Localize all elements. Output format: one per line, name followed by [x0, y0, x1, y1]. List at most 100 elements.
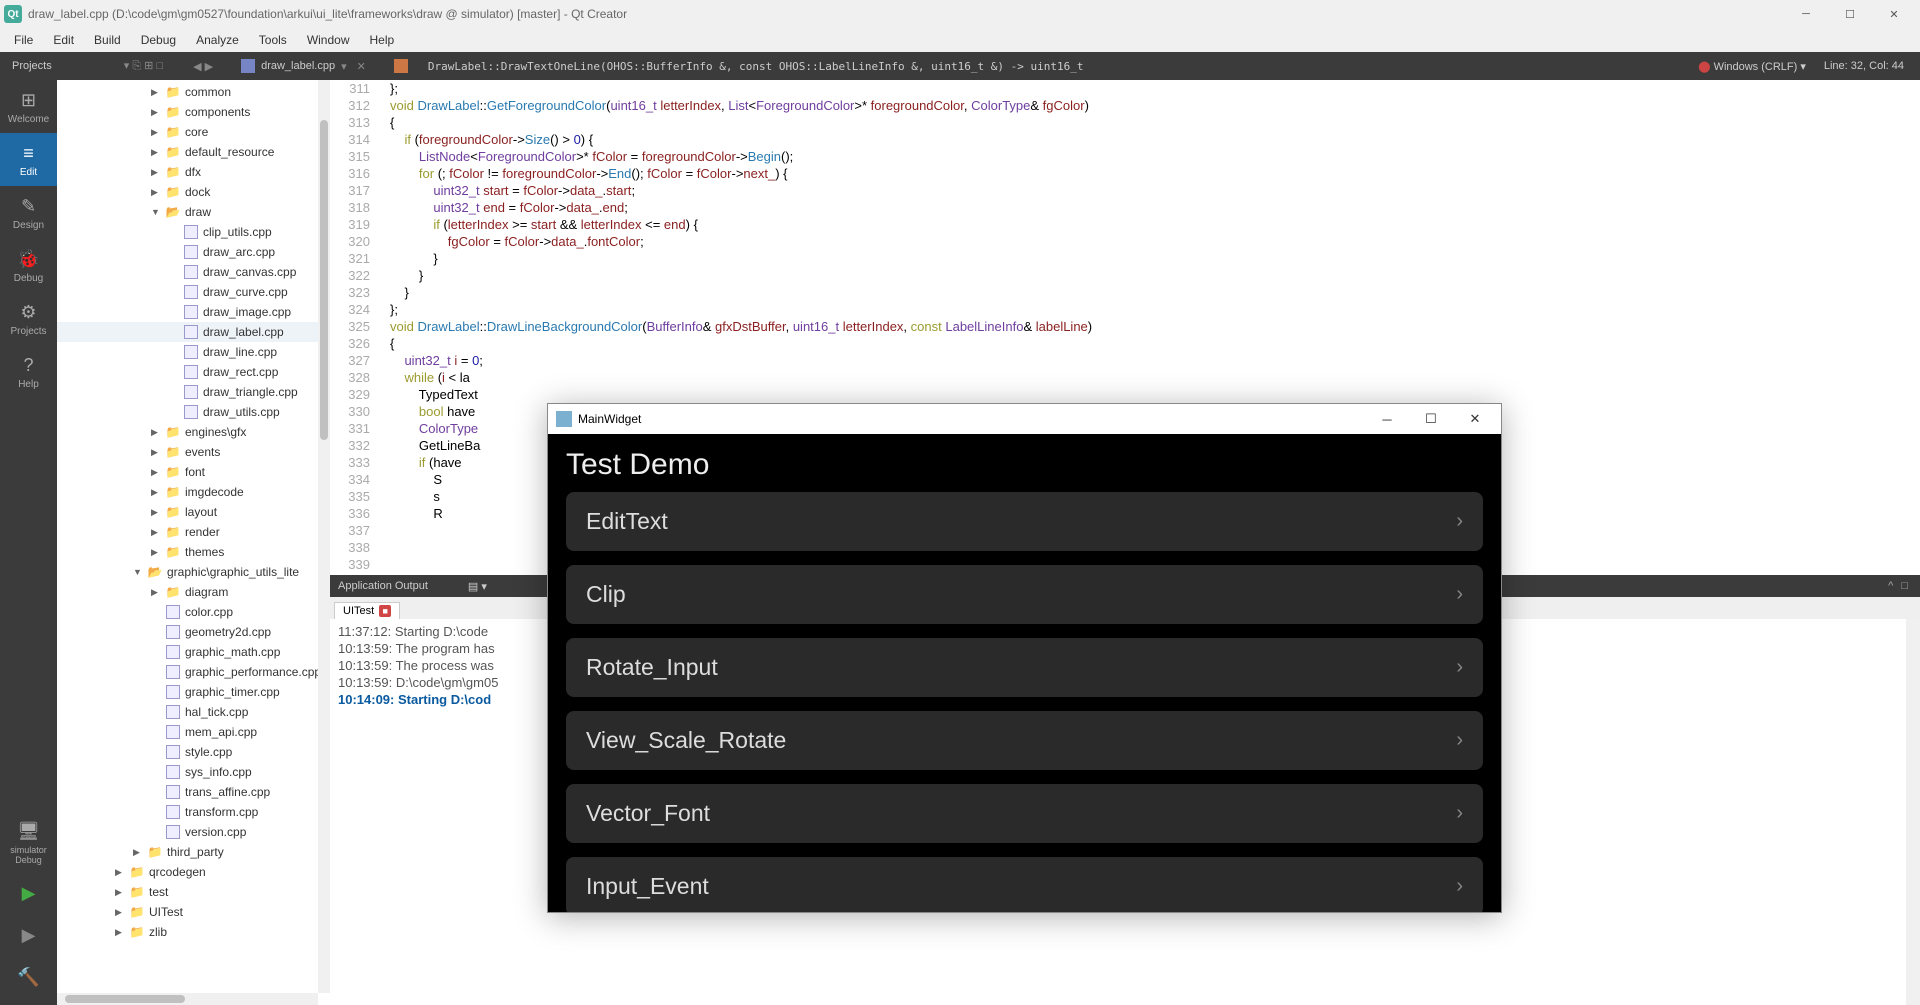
- tree-file[interactable]: draw_canvas.cpp: [57, 262, 330, 282]
- tree-item-label: draw_utils.cpp: [203, 405, 280, 419]
- tree-folder[interactable]: ▶📁third_party: [57, 842, 330, 862]
- run-debug-button[interactable]: ▶: [0, 915, 57, 957]
- filter-icon[interactable]: ▾ ⎘ ⊞ □: [124, 59, 163, 73]
- tree-file[interactable]: graphic_performance.cpp: [57, 662, 330, 682]
- tree-scrollbar-h[interactable]: [57, 993, 318, 1005]
- tree-file[interactable]: transform.cpp: [57, 802, 330, 822]
- tree-folder[interactable]: ▶📁layout: [57, 502, 330, 522]
- tree-file[interactable]: draw_triangle.cpp: [57, 382, 330, 402]
- menu-window[interactable]: Window: [297, 30, 360, 50]
- mode-welcome[interactable]: ⊞Welcome: [0, 80, 57, 133]
- sim-item-rotate_input[interactable]: Rotate_Input›: [566, 638, 1483, 697]
- folder-icon: 📁: [165, 445, 181, 459]
- cpp-file-icon: [165, 825, 181, 839]
- output-toolbar-icon[interactable]: ▤ ▾: [468, 580, 487, 593]
- tree-folder[interactable]: ▶📁render: [57, 522, 330, 542]
- sim-item-edittext[interactable]: EditText›: [566, 492, 1483, 551]
- line-gutter: 3113123133143153163173183193203213223233…: [330, 80, 382, 575]
- tree-folder[interactable]: ▶📁imgdecode: [57, 482, 330, 502]
- sim-item-vector_font[interactable]: Vector_Font›: [566, 784, 1483, 843]
- menu-tools[interactable]: Tools: [249, 30, 297, 50]
- tree-folder[interactable]: ▶📁default_resource: [57, 142, 330, 162]
- folder-icon: 📁: [165, 425, 181, 439]
- sim-item-clip[interactable]: Clip›: [566, 565, 1483, 624]
- menu-analyze[interactable]: Analyze: [186, 30, 249, 50]
- tree-folder[interactable]: ▶📁themes: [57, 542, 330, 562]
- sim-item-input_event[interactable]: Input_Event›: [566, 857, 1483, 912]
- menu-file[interactable]: File: [4, 30, 43, 50]
- project-tree[interactable]: ▶📁common▶📁components▶📁core▶📁default_reso…: [57, 80, 330, 1005]
- tree-item-label: graphic\graphic_utils_lite: [167, 565, 299, 579]
- sim-titlebar[interactable]: MainWidget ─ ☐ ✕: [548, 404, 1501, 434]
- tree-file[interactable]: draw_rect.cpp: [57, 362, 330, 382]
- symbol-breadcrumb[interactable]: DrawLabel::DrawTextOneLine(OHOS::BufferI…: [428, 60, 1084, 73]
- run-button[interactable]: ▶: [0, 873, 57, 915]
- tree-folder[interactable]: ▶📁dock: [57, 182, 330, 202]
- tree-folder[interactable]: ▶📁UITest: [57, 902, 330, 922]
- menu-help[interactable]: Help: [360, 30, 405, 50]
- tree-file[interactable]: graphic_timer.cpp: [57, 682, 330, 702]
- tree-folder[interactable]: ▶📁test: [57, 882, 330, 902]
- open-file-name[interactable]: draw_label.cpp: [261, 60, 335, 72]
- simulator-window: MainWidget ─ ☐ ✕ Test Demo EditText›Clip…: [547, 403, 1502, 913]
- tree-folder[interactable]: ▶📁events: [57, 442, 330, 462]
- sim-maximize-button[interactable]: ☐: [1409, 404, 1453, 434]
- tree-folder[interactable]: ▼📂draw: [57, 202, 330, 222]
- tree-folder[interactable]: ▶📁qrcodegen: [57, 862, 330, 882]
- kit-selector[interactable]: 🖥 simulator Debug: [0, 811, 57, 873]
- maximize-button[interactable]: ☐: [1828, 0, 1872, 28]
- folder-icon: 📁: [129, 925, 145, 939]
- tree-file[interactable]: geometry2d.cpp: [57, 622, 330, 642]
- sim-minimize-button[interactable]: ─: [1365, 404, 1409, 434]
- minimize-button[interactable]: ─: [1784, 0, 1828, 28]
- sim-close-button[interactable]: ✕: [1453, 404, 1497, 434]
- tree-file[interactable]: sys_info.cpp: [57, 762, 330, 782]
- tree-file[interactable]: draw_curve.cpp: [57, 282, 330, 302]
- tree-file[interactable]: style.cpp: [57, 742, 330, 762]
- file-dropdown-icon[interactable]: ▾: [341, 60, 347, 73]
- tree-file[interactable]: draw_arc.cpp: [57, 242, 330, 262]
- tree-folder[interactable]: ▶📁diagram: [57, 582, 330, 602]
- mode-design[interactable]: ✎Design: [0, 186, 57, 239]
- tree-folder[interactable]: ▶📁zlib: [57, 922, 330, 942]
- mode-debug[interactable]: 🐞Debug: [0, 239, 57, 292]
- tree-file[interactable]: graphic_math.cpp: [57, 642, 330, 662]
- tree-file[interactable]: mem_api.cpp: [57, 722, 330, 742]
- output-min-icon[interactable]: ^: [1884, 580, 1897, 592]
- nav-back-icon[interactable]: ◀ ▶: [193, 60, 213, 73]
- menu-build[interactable]: Build: [84, 30, 131, 50]
- sim-app-icon: [556, 411, 572, 427]
- debug-icon: 🐞: [17, 247, 41, 271]
- tree-file[interactable]: draw_utils.cpp: [57, 402, 330, 422]
- build-button[interactable]: 🔨: [0, 957, 57, 999]
- tree-folder[interactable]: ▶📁dfx: [57, 162, 330, 182]
- tree-folder[interactable]: ▶📁common: [57, 82, 330, 102]
- tree-folder[interactable]: ▶📁core: [57, 122, 330, 142]
- mode-help[interactable]: ?Help: [0, 345, 57, 398]
- tree-file[interactable]: draw_image.cpp: [57, 302, 330, 322]
- menu-debug[interactable]: Debug: [131, 30, 186, 50]
- tree-folder[interactable]: ▶📁font: [57, 462, 330, 482]
- mode-projects[interactable]: ⚙Projects: [0, 292, 57, 345]
- tree-file[interactable]: draw_label.cpp: [57, 322, 330, 342]
- close-button[interactable]: ✕: [1872, 0, 1916, 28]
- tree-file[interactable]: draw_line.cpp: [57, 342, 330, 362]
- file-close-icon[interactable]: ✕: [357, 60, 366, 73]
- tree-folder[interactable]: ▶📁engines\gfx: [57, 422, 330, 442]
- menu-edit[interactable]: Edit: [43, 30, 84, 50]
- tree-file[interactable]: hal_tick.cpp: [57, 702, 330, 722]
- output-close-icon[interactable]: □: [1897, 580, 1912, 592]
- line-ending-selector[interactable]: ⬤ Windows (CRLF) ▾: [1698, 60, 1806, 73]
- tree-folder[interactable]: ▶📁components: [57, 102, 330, 122]
- tab-close-icon[interactable]: ■: [379, 605, 391, 617]
- tree-file[interactable]: color.cpp: [57, 602, 330, 622]
- sim-item-view_scale_rotate[interactable]: View_Scale_Rotate›: [566, 711, 1483, 770]
- tree-scrollbar-v[interactable]: [318, 80, 330, 993]
- tree-folder[interactable]: ▼📂graphic\graphic_utils_lite: [57, 562, 330, 582]
- tree-file[interactable]: clip_utils.cpp: [57, 222, 330, 242]
- output-tab-uitest[interactable]: UITest ■: [334, 602, 400, 619]
- output-scrollbar-v[interactable]: [1906, 619, 1920, 1005]
- tree-file[interactable]: version.cpp: [57, 822, 330, 842]
- mode-edit[interactable]: ≡Edit: [0, 133, 57, 186]
- tree-file[interactable]: trans_affine.cpp: [57, 782, 330, 802]
